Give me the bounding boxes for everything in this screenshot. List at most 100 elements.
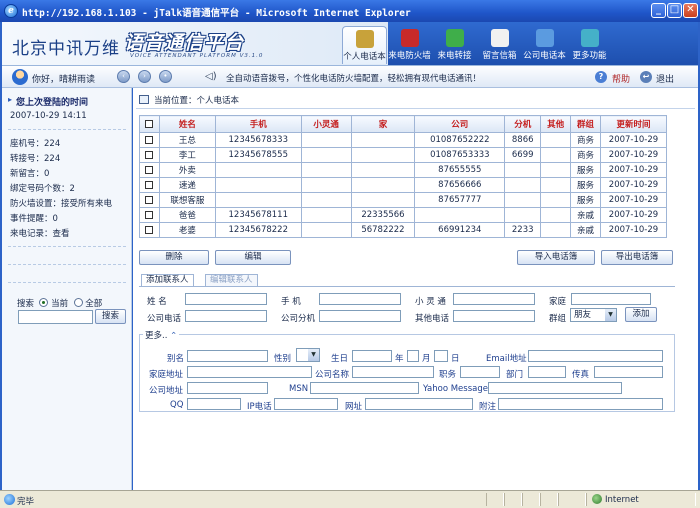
row-checkbox[interactable] <box>145 210 154 219</box>
col-header[interactable]: 更新时间 <box>599 115 668 133</box>
other-phone-field[interactable] <box>453 310 535 322</box>
edit-button[interactable]: 编辑 <box>215 250 291 265</box>
company-name-field[interactable] <box>352 366 434 378</box>
row-checkbox[interactable] <box>145 180 154 189</box>
name-field[interactable] <box>185 293 267 305</box>
col-header[interactable]: 分机 <box>504 115 542 133</box>
exit-icon[interactable]: ↩ <box>640 71 652 83</box>
pas-label: 小 灵 通 <box>415 297 446 307</box>
forward-circle-icon[interactable]: › <box>138 70 151 83</box>
table-row[interactable]: 李工 12345678555 01087653333 6699 商务 2007-… <box>139 147 668 163</box>
tab-label: 更多功能 <box>572 51 607 61</box>
gender-select[interactable]: ▼ <box>296 348 320 362</box>
col-header[interactable]: 姓名 <box>158 115 216 133</box>
refresh-circle-icon[interactable]: • <box>159 70 172 83</box>
group-select[interactable]: 朋友 ▼ <box>570 308 617 322</box>
col-header[interactable]: 家 <box>350 115 416 133</box>
company-name-label: 公司名称 <box>315 370 350 380</box>
nickname-field[interactable] <box>187 350 268 362</box>
cell-ext: 2233 <box>504 222 542 238</box>
select-all-checkbox[interactable] <box>145 119 154 128</box>
home-address-field[interactable] <box>187 366 312 378</box>
tab-personal-phonebook[interactable]: 个人电话本 <box>342 26 387 64</box>
birth-month-field[interactable] <box>407 350 419 362</box>
row-checkbox[interactable] <box>145 165 154 174</box>
more-toggle[interactable]: 更多.. ⌃ <box>143 329 180 341</box>
sidebar-search-input[interactable] <box>18 310 93 324</box>
scope-all-radio[interactable] <box>73 298 83 307</box>
left-sidebar: ▸ 您上次登陆的时间 2007-10-29 14:11 座机号：224 转接号：… <box>2 88 132 490</box>
yahoo-field[interactable] <box>488 382 622 394</box>
col-header[interactable]: 小灵通 <box>300 115 352 133</box>
tab-underline <box>139 286 675 287</box>
exit-link[interactable]: 退出 <box>656 72 674 85</box>
department-field[interactable] <box>528 366 566 378</box>
minimize-button[interactable]: _ <box>651 3 666 18</box>
msn-field[interactable] <box>310 382 419 394</box>
email-field[interactable] <box>528 350 663 362</box>
tab-company-phonebook[interactable]: 公司电话本 <box>522 26 567 64</box>
help-icon[interactable]: ? <box>595 71 607 83</box>
row-checkbox[interactable] <box>145 135 154 144</box>
import-phonebook-button[interactable]: 导入电话簿 <box>517 250 595 265</box>
status-cell <box>558 493 586 506</box>
status-cell <box>522 493 540 506</box>
tab-more-functions[interactable]: 更多功能 <box>567 26 612 64</box>
row-checkbox[interactable] <box>145 150 154 159</box>
sidebar-search-button[interactable]: 搜索 <box>95 309 127 324</box>
tab-call-transfer[interactable]: 来电转接 <box>432 26 477 64</box>
website-field[interactable] <box>365 398 473 410</box>
ip-phone-field[interactable] <box>274 398 338 410</box>
table-row[interactable]: 王总 12345678333 01087652222 8866 商务 2007-… <box>139 132 668 148</box>
maximize-button[interactable]: □ <box>667 3 682 18</box>
table-row[interactable]: 联想客服 87657777 服务 2007-10-29 <box>139 192 668 208</box>
mobile-field[interactable] <box>319 293 401 305</box>
add-contact-button[interactable]: 添加 <box>625 307 657 322</box>
tab-mailbox[interactable]: 留言信箱 <box>477 26 522 64</box>
row-checkbox[interactable] <box>145 225 154 234</box>
internet-zone-icon <box>592 494 602 504</box>
col-header[interactable]: 公司 <box>414 115 506 133</box>
birth-year-field[interactable] <box>352 350 392 362</box>
pas-field[interactable] <box>453 293 535 305</box>
job-title-field[interactable] <box>460 366 500 378</box>
info-line: 绑定号码个数：2 <box>10 184 75 194</box>
table-row[interactable]: 速递 87656666 服务 2007-10-29 <box>139 177 668 193</box>
home-field[interactable] <box>571 293 651 305</box>
help-link[interactable]: 帮助 <box>612 72 630 85</box>
back-circle-icon[interactable]: ‹ <box>117 70 130 83</box>
ext-field[interactable] <box>319 310 401 322</box>
cell-home <box>350 132 416 148</box>
row-select-cell <box>139 162 160 178</box>
info-line: 转接号：224 <box>10 154 61 164</box>
col-header[interactable]: 群组 <box>570 115 601 133</box>
tab-call-firewall[interactable]: 来电防火墙 <box>387 26 432 64</box>
note-label: 附注 <box>479 402 497 412</box>
note-field[interactable] <box>498 398 663 410</box>
row-checkbox[interactable] <box>145 195 154 204</box>
tab-edit-contact[interactable]: 编辑联系人 <box>205 274 258 286</box>
qq-field[interactable] <box>187 398 241 410</box>
company-address-field[interactable] <box>187 382 268 394</box>
close-button[interactable]: ✕ <box>683 3 698 18</box>
export-phonebook-button[interactable]: 导出电话簿 <box>601 250 673 265</box>
chevron-down-icon: ▼ <box>308 349 319 361</box>
status-cell <box>504 493 522 506</box>
table-row[interactable]: 老婆 12345678222 56782222 66991234 2233 亲戚… <box>139 222 668 238</box>
cell-other <box>540 147 572 163</box>
cell-ext: 8866 <box>504 132 542 148</box>
cell-name: 爸爸 <box>158 207 216 223</box>
tab-add-contact[interactable]: 添加联系人 <box>141 274 194 286</box>
table-row[interactable]: 外卖 87655555 服务 2007-10-29 <box>139 162 668 178</box>
call-log-link[interactable]: 来电记录：查看 <box>10 227 70 239</box>
cell-mobile: 12345678555 <box>214 147 302 163</box>
scope-current-radio[interactable] <box>39 298 49 307</box>
col-header[interactable]: 手机 <box>214 115 302 133</box>
fax-field[interactable] <box>594 366 663 378</box>
delete-button[interactable]: 删除 <box>139 250 209 265</box>
company-phone-field[interactable] <box>185 310 267 322</box>
col-header[interactable]: 其他 <box>540 115 572 133</box>
table-row[interactable]: 爸爸 12345678111 22335566 亲戚 2007-10-29 <box>139 207 668 223</box>
cell-mobile <box>214 192 302 208</box>
birth-day-field[interactable] <box>434 350 448 362</box>
